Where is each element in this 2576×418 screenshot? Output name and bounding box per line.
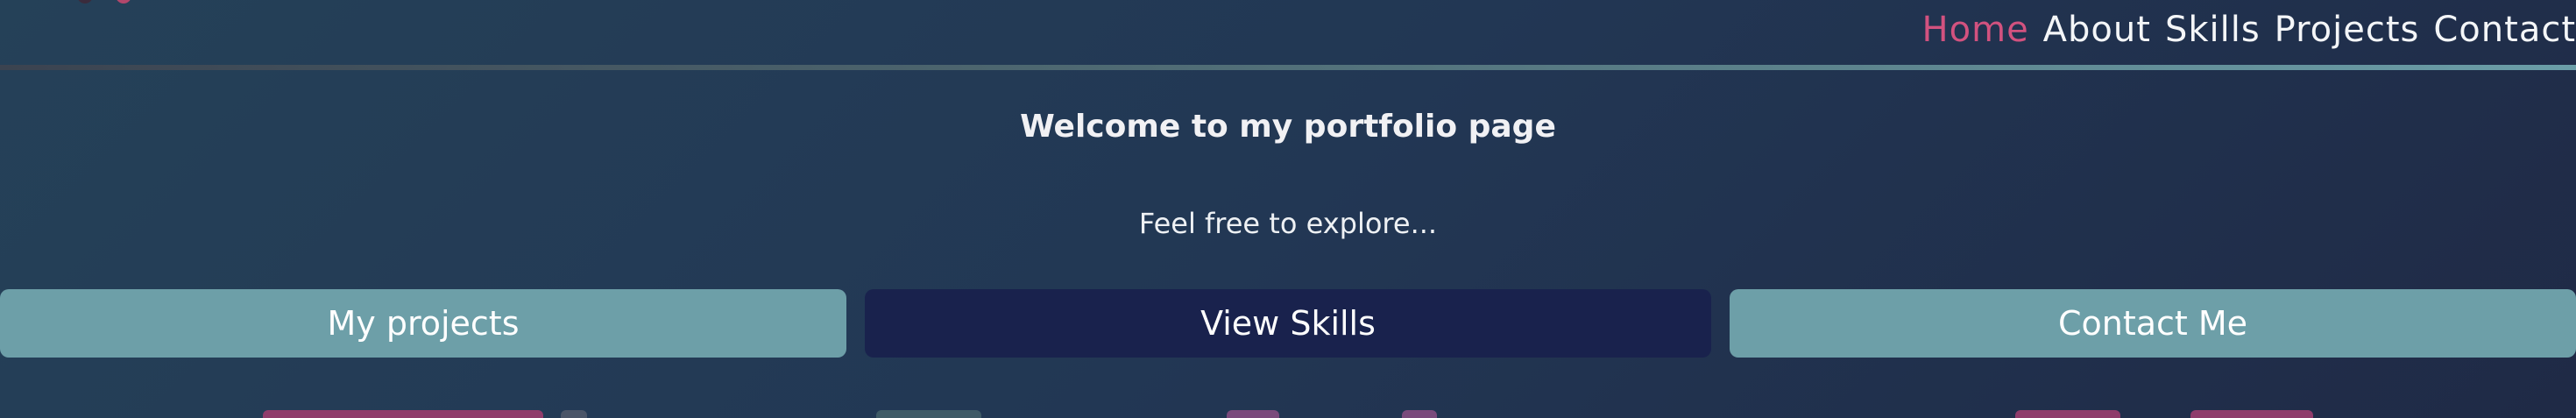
- page-subtitle: Feel free to explore...: [1138, 207, 1438, 240]
- nav-skills-link[interactable]: Skills: [2165, 9, 2261, 51]
- nav-home-link[interactable]: Home: [1922, 9, 2029, 51]
- nav-contact-link[interactable]: Contact: [2433, 9, 2576, 51]
- next-section-fragment: [876, 410, 981, 418]
- next-section-fragment: [561, 410, 587, 418]
- navbar: Home About Skills Projects Contact: [0, 0, 2576, 70]
- nav-about-link[interactable]: About: [2043, 9, 2151, 51]
- next-section-fragment: [1402, 410, 1437, 418]
- nav-links: Home About Skills Projects Contact: [1922, 9, 2576, 51]
- my-projects-button[interactable]: My projects: [0, 289, 846, 358]
- next-section-fragment: [2190, 410, 2313, 418]
- next-section-fragment: [1227, 410, 1279, 418]
- next-section-fragment: [263, 410, 543, 418]
- nav-divider: [0, 65, 2576, 70]
- nav-projects-link[interactable]: Projects: [2275, 9, 2420, 51]
- contact-me-button[interactable]: Contact Me: [1730, 289, 2576, 358]
- page-title: Welcome to my portfolio page: [1020, 109, 1556, 145]
- next-section-fragment: [2015, 410, 2120, 418]
- view-skills-button[interactable]: View Skills: [865, 289, 1711, 358]
